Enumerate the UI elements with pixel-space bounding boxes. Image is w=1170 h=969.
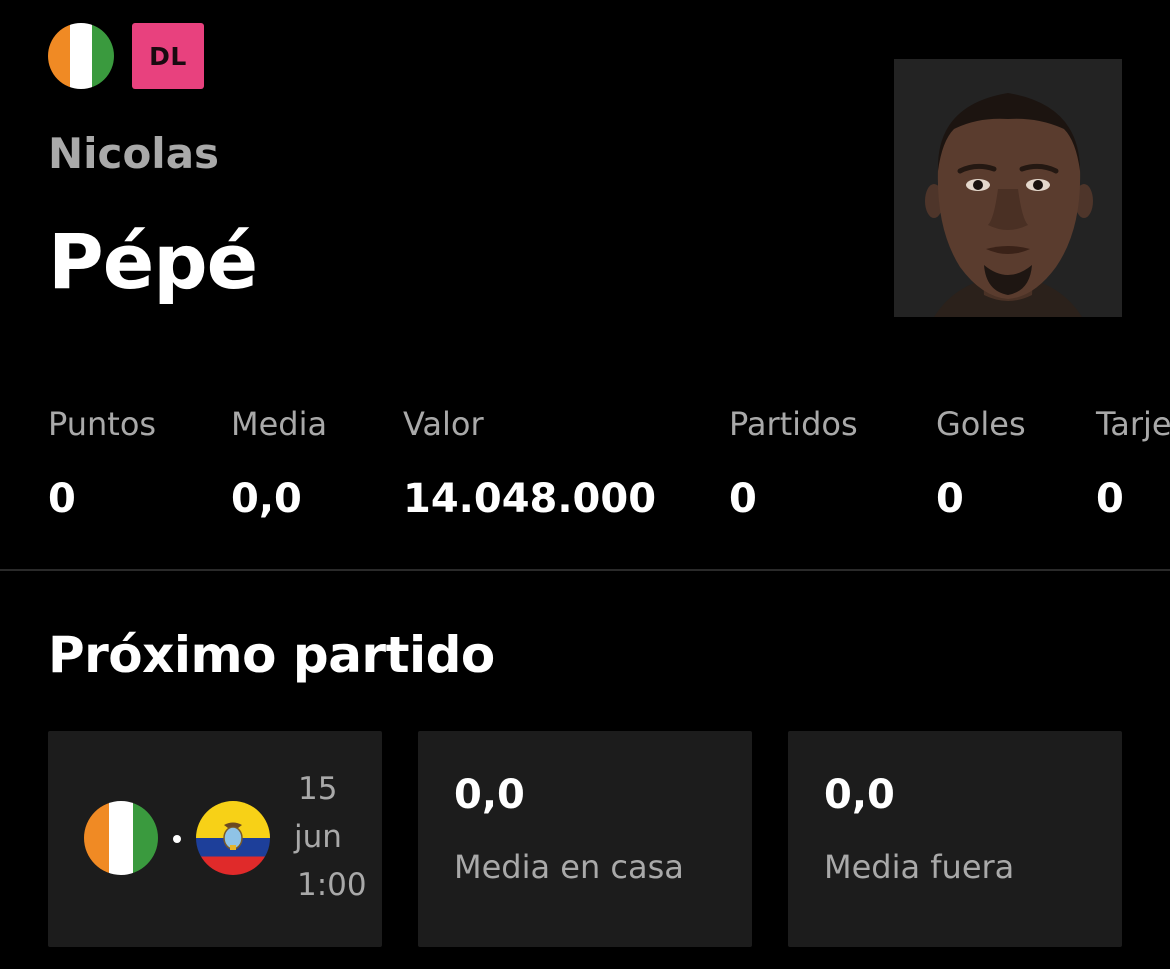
stat-value: 0 bbox=[729, 476, 757, 522]
ivory-coast-flag-icon bbox=[84, 801, 158, 875]
stat-label: Partidos bbox=[729, 405, 858, 443]
match-date-month: jun bbox=[294, 819, 342, 855]
stat-label: Valor bbox=[403, 405, 484, 443]
stat-puntos: Puntos 0 bbox=[48, 400, 156, 524]
player-photo bbox=[894, 59, 1122, 317]
player-last-name: Pépé bbox=[48, 217, 258, 306]
player-headshot-icon bbox=[894, 59, 1122, 317]
home-average-label: Media en casa bbox=[454, 848, 684, 886]
home-average-card: 0,0 Media en casa bbox=[418, 731, 752, 947]
stat-valor: Valor 14.048.000 bbox=[403, 400, 656, 524]
stat-media: Media 0,0 bbox=[231, 400, 327, 524]
away-average-card: 0,0 Media fuera bbox=[788, 731, 1122, 947]
position-badge: DL bbox=[132, 23, 204, 89]
stat-label: Puntos bbox=[48, 405, 157, 443]
stat-label: Media bbox=[231, 405, 328, 443]
stat-value: 0 bbox=[48, 476, 76, 522]
player-first-name: Nicolas bbox=[48, 129, 220, 178]
stat-value: 14.048.000 bbox=[403, 476, 657, 522]
match-time: 1:00 bbox=[297, 867, 367, 903]
ecuador-flag-icon bbox=[196, 801, 270, 875]
stat-label: Goles bbox=[936, 405, 1026, 443]
separator-dot bbox=[173, 835, 181, 843]
away-average-value: 0,0 bbox=[824, 772, 895, 818]
stat-value: 0 bbox=[936, 476, 964, 522]
stat-tarjetas: Tarjetas 0 bbox=[1096, 400, 1170, 524]
stat-partidos: Partidos 0 bbox=[729, 400, 858, 524]
section-divider bbox=[0, 569, 1170, 571]
stat-goles: Goles 0 bbox=[936, 400, 1026, 524]
next-match-card[interactable]: 15 jun 1:00 bbox=[48, 731, 382, 947]
away-average-label: Media fuera bbox=[824, 848, 1015, 886]
stat-value: 0 bbox=[1096, 476, 1124, 522]
stat-label: Tarjetas bbox=[1096, 405, 1170, 443]
match-date-day: 15 bbox=[298, 771, 338, 807]
next-match-title: Próximo partido bbox=[48, 626, 495, 684]
ivory-coast-flag-icon bbox=[48, 23, 114, 89]
home-average-value: 0,0 bbox=[454, 772, 525, 818]
stat-value: 0,0 bbox=[231, 476, 302, 522]
